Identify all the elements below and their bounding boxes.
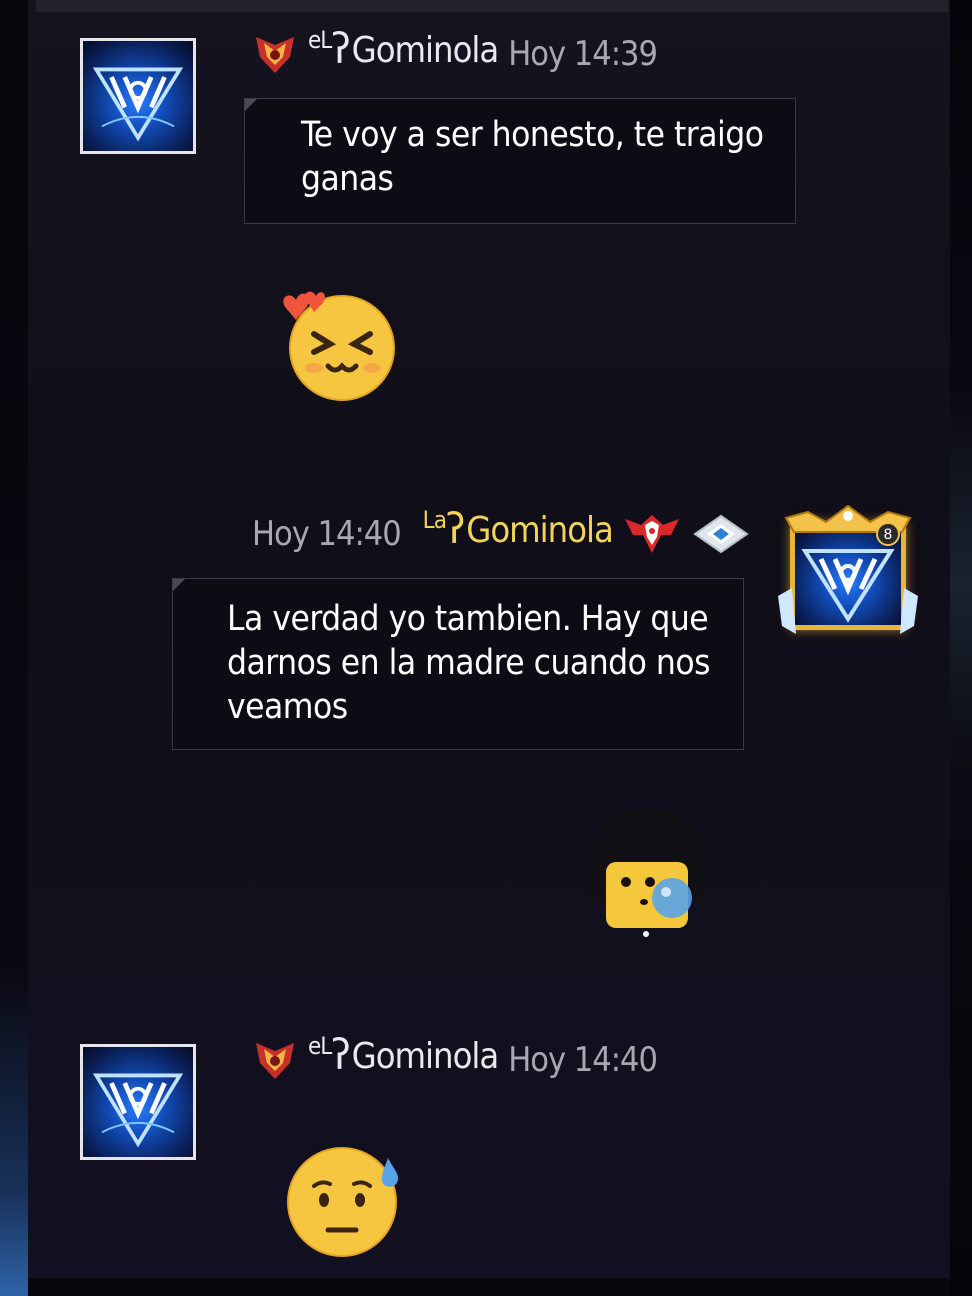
rank-badge-icon (256, 1043, 294, 1079)
sender-prefix: La (422, 505, 447, 534)
message-time: Hoy 14:39 (508, 34, 658, 74)
sender-avatar[interactable] (80, 1044, 196, 1160)
left-edge (0, 0, 28, 1296)
message-time: Hoy 14:40 (252, 514, 402, 554)
message-text: Te voy a ser honesto, te traigo ganas (301, 115, 764, 199)
message-bubble[interactable]: La verdad yo tambien. Hay que darnos en … (172, 578, 744, 750)
bubble-blowing-character-sticker[interactable] (586, 806, 708, 938)
sender-name[interactable]: La ʔ Gominola (423, 504, 614, 559)
hook-glyph: ʔ (331, 1029, 350, 1079)
crown-frame-icon: 8 (778, 504, 918, 634)
sender-name[interactable]: eL ʔ Gominola (308, 24, 500, 79)
message-header: eL ʔ Gominola Hoy 14:40 (252, 1030, 658, 1085)
sender-name-text: Gominola (466, 509, 614, 551)
message-text: La verdad yo tambien. Hay que darnos en … (227, 599, 711, 727)
excited-blush-emoji-sticker[interactable] (276, 286, 400, 406)
rank-badge-icon (256, 37, 294, 73)
message-header: Hoy 14:40 La ʔ Gominola (252, 504, 751, 559)
guild-emblem-icon (92, 1073, 184, 1148)
hook-glyph: ʔ (445, 503, 465, 553)
message-time: Hoy 14:40 (508, 1040, 658, 1080)
sender-prefix: eL (308, 1031, 332, 1060)
sender-name[interactable]: eL ʔ Gominola (308, 1030, 500, 1085)
message-header: eL ʔ Gominola Hoy 14:39 (252, 24, 658, 79)
avatar-level: 8 (884, 527, 893, 543)
bottom-bar (28, 1278, 950, 1296)
eagle-rank-badge-icon (624, 515, 679, 553)
message-bubble[interactable]: Te voy a ser honesto, te traigo ganas (244, 98, 796, 224)
right-edge (950, 0, 972, 1296)
top-bar (36, 0, 948, 12)
own-avatar[interactable]: 8 (778, 504, 918, 644)
guild-emblem-icon (92, 67, 184, 142)
sender-name-text: Gominola (351, 29, 500, 71)
sender-prefix: eL (308, 25, 332, 54)
diamond-rank-icon (693, 514, 749, 554)
hook-glyph: ʔ (331, 23, 350, 73)
sender-name-text: Gominola (351, 1035, 500, 1077)
sender-avatar[interactable] (80, 38, 196, 154)
worried-sweat-emoji-sticker[interactable] (284, 1142, 408, 1260)
